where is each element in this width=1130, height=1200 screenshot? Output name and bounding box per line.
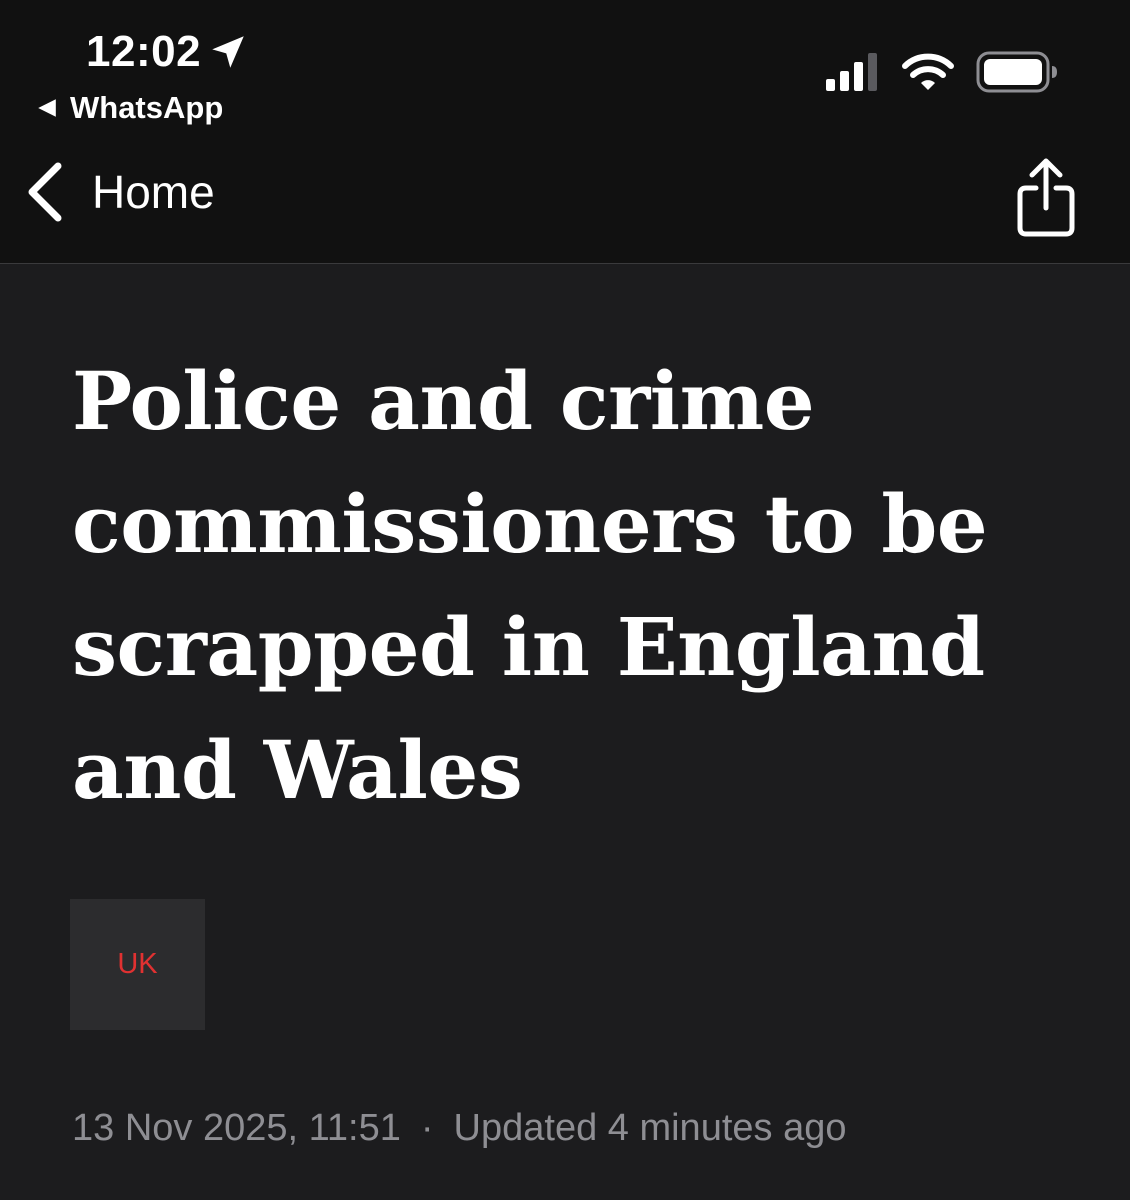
status-time: 12:02 xyxy=(86,27,202,76)
status-time-group: 12:02 xyxy=(86,24,249,80)
meta-separator: · xyxy=(420,1107,434,1149)
back-triangle-icon xyxy=(38,99,56,117)
cellular-signal-icon xyxy=(826,53,877,91)
chevron-left-icon xyxy=(28,162,62,222)
battery-icon xyxy=(976,51,1057,93)
topic-tag-label: UK xyxy=(117,948,158,980)
updated-time: Updated 4 minutes ago xyxy=(453,1107,847,1149)
back-to-app-link[interactable]: WhatsApp xyxy=(36,88,223,128)
home-back-button[interactable]: Home xyxy=(24,160,215,224)
topic-tag[interactable]: UK xyxy=(70,899,205,1030)
article-meta: 13 Nov 2025, 11:51 · Updated 4 minutes a… xyxy=(72,1104,846,1152)
wifi-icon xyxy=(902,53,954,90)
location-arrow-icon xyxy=(212,36,244,68)
status-icons xyxy=(824,50,1058,94)
home-back-label: Home xyxy=(92,166,215,218)
top-bar: 12:02 WhatsApp Home xyxy=(0,0,1130,264)
share-icon[interactable] xyxy=(1014,156,1078,240)
published-date: 13 Nov 2025, 11:51 xyxy=(72,1107,401,1149)
article-headline: Police and crime commissioners to be scr… xyxy=(72,354,988,817)
back-app-label: WhatsApp xyxy=(70,90,224,125)
